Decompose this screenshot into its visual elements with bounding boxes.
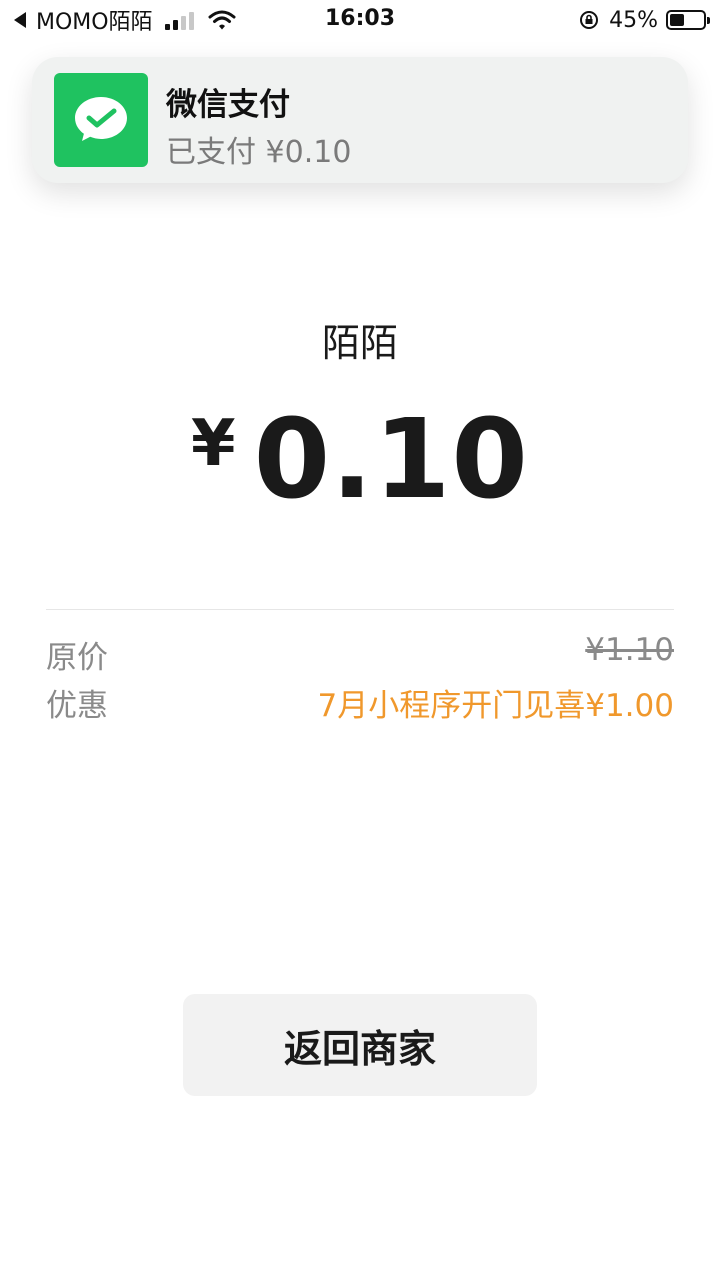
discount-row: 优惠 7月小程序开门见喜¥1.00 — [46, 680, 674, 724]
discount-label: 优惠 — [46, 688, 108, 724]
amount-value: 0.10 — [253, 395, 529, 523]
merchant-name: 陌陌 — [321, 321, 398, 365]
original-price-value: ¥1.10 — [585, 632, 674, 668]
currency-symbol: ¥ — [191, 407, 236, 481]
battery-percent: 45% — [609, 7, 658, 33]
discount-value: 7月小程序开门见喜¥1.00 — [317, 688, 674, 724]
status-right: 45% — [579, 6, 710, 34]
orientation-lock-icon — [580, 11, 599, 29]
return-to-merchant-button[interactable]: 返回商家 — [183, 994, 537, 1096]
wechat-pay-icon — [54, 73, 148, 167]
notification-title: 微信支付 — [166, 87, 290, 123]
divider — [46, 609, 674, 610]
status-bar: MOMO陌陌 16:03 45% — [0, 0, 720, 40]
original-price-row: 原价 ¥1.10 — [46, 632, 674, 676]
original-price-label: 原价 — [46, 640, 108, 676]
notification-banner[interactable]: 微信支付 已支付 ¥0.10 — [32, 57, 688, 183]
paid-amount: ¥0.10 — [0, 395, 720, 523]
notification-body: 已支付 ¥0.10 — [166, 135, 352, 170]
battery-icon — [666, 10, 710, 30]
